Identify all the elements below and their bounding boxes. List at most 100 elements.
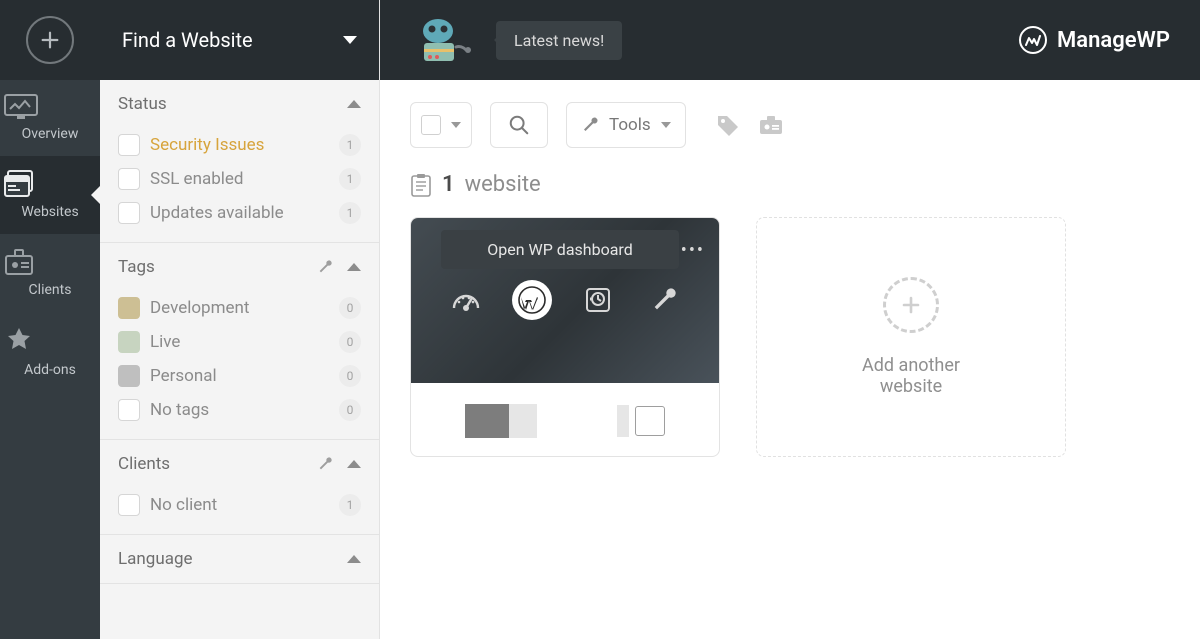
filter-count: 1 (339, 202, 361, 224)
add-card-line2: website (862, 376, 960, 397)
wrench-icon (581, 116, 599, 134)
search-button[interactable] (490, 102, 548, 148)
website-card[interactable]: Open WP dashboard ••• (410, 217, 720, 457)
filter-row-updates[interactable]: Updates available 1 (118, 196, 361, 230)
nav-websites[interactable]: Websites (0, 156, 100, 234)
tools-label: Tools (609, 115, 651, 135)
filter-row-ssl[interactable]: SSL enabled 1 (118, 162, 361, 196)
find-website-dropdown[interactable]: Find a Website (100, 0, 379, 80)
count-number: 1 (442, 172, 455, 197)
add-button[interactable] (0, 0, 100, 80)
chevron-down-icon (343, 36, 357, 44)
checkbox (421, 115, 441, 135)
filter-row-tag-personal[interactable]: Personal 0 (118, 359, 361, 393)
mascot-icon (410, 13, 480, 67)
wordpress-icon[interactable] (512, 280, 552, 320)
filter-count: 1 (339, 134, 361, 156)
panel-status: Status Security Issues 1 SSL enabled 1 U… (100, 80, 379, 243)
filter-label: No client (150, 495, 217, 515)
panel-tags: Tags Development 0 Live 0 Personal 0 (100, 243, 379, 440)
thumb-outline (635, 406, 665, 436)
news-label: Latest news! (514, 31, 604, 50)
filter-label: Personal (150, 366, 217, 386)
filter-row-tag-dev[interactable]: Development 0 (118, 291, 361, 325)
filter-count: 1 (339, 168, 361, 190)
filter-label: No tags (150, 400, 209, 420)
card-footer (411, 383, 719, 457)
nav-label: Clients (29, 282, 72, 298)
filter-count: 0 (339, 297, 361, 319)
card-preview: Open WP dashboard ••• (411, 218, 719, 383)
nav-clients[interactable]: Clients (0, 234, 100, 312)
nav-rail: Overview Websites Clients Add-ons (0, 0, 100, 639)
tag-swatch (118, 331, 140, 353)
wrench-icon[interactable] (317, 456, 333, 472)
tag-swatch (118, 365, 140, 387)
brand-logo-icon (1019, 26, 1047, 54)
collapse-icon (347, 263, 361, 271)
filters-title: Find a Website (122, 28, 253, 52)
toolbar: Tools (380, 80, 1200, 158)
panel-title: Clients (118, 454, 170, 474)
chevron-down-icon (661, 122, 671, 128)
filter-count: 0 (339, 365, 361, 387)
checkbox[interactable] (118, 134, 140, 156)
checkbox[interactable] (118, 399, 140, 421)
tooltip: Open WP dashboard (441, 230, 679, 269)
panel-tags-header[interactable]: Tags (100, 243, 379, 291)
addons-icon (4, 326, 96, 356)
tools-dropdown[interactable]: Tools (566, 102, 686, 148)
backup-icon[interactable] (578, 280, 618, 320)
thumb-block (509, 404, 537, 438)
filter-row-no-client[interactable]: No client 1 (118, 488, 361, 522)
clipboard-icon (410, 173, 432, 197)
website-grid: Open WP dashboard ••• (380, 217, 1200, 457)
panel-clients: Clients No client 1 (100, 440, 379, 535)
nav-overview[interactable]: Overview (0, 80, 100, 156)
clients-icon (4, 248, 96, 276)
filter-row-tag-live[interactable]: Live 0 (118, 325, 361, 359)
checkbox[interactable] (118, 494, 140, 516)
wrench-icon[interactable] (317, 259, 333, 275)
panel-status-header[interactable]: Status (100, 80, 379, 128)
briefcase-icon[interactable] (758, 114, 784, 136)
filter-label: Security Issues (150, 135, 264, 155)
filter-count: 0 (339, 331, 361, 353)
overview-icon (4, 94, 96, 120)
filter-label: Live (150, 332, 180, 352)
main-area: Latest news! ManageWP Tools (380, 0, 1200, 639)
add-website-card[interactable]: Add another website (756, 217, 1066, 457)
panel-language-header[interactable]: Language (100, 535, 379, 583)
checkbox[interactable] (118, 202, 140, 224)
panel-language: Language (100, 535, 379, 584)
wrench-icon[interactable] (644, 280, 684, 320)
nav-label: Overview (22, 126, 79, 142)
topbar: Latest news! ManageWP (380, 0, 1200, 80)
collapse-icon (347, 460, 361, 468)
websites-icon (4, 170, 96, 198)
checkbox[interactable] (118, 168, 140, 190)
select-all-dropdown[interactable] (410, 102, 472, 148)
dashboard-icon[interactable] (446, 280, 486, 320)
panel-clients-header[interactable]: Clients (100, 440, 379, 488)
add-card-line1: Add another (862, 355, 960, 376)
tag-icon[interactable] (716, 114, 740, 136)
latest-news-button[interactable]: Latest news! (496, 21, 622, 60)
panel-title: Language (118, 549, 193, 569)
thumb-block (465, 404, 509, 438)
filter-row-tag-none[interactable]: No tags 0 (118, 393, 361, 427)
collapse-icon (347, 555, 361, 563)
brand-name: ManageWP (1057, 28, 1170, 53)
filter-count: 0 (339, 399, 361, 421)
brand: ManageWP (1019, 26, 1170, 54)
filter-row-security[interactable]: Security Issues 1 (118, 128, 361, 162)
plus-icon (26, 16, 74, 64)
tooltip-text: Open WP dashboard (487, 240, 632, 259)
filter-label: Updates available (150, 203, 284, 223)
filters-sidebar: Find a Website Status Security Issues 1 … (100, 0, 380, 639)
filter-count: 1 (339, 494, 361, 516)
nav-label: Add-ons (24, 362, 76, 378)
collapse-icon (347, 100, 361, 108)
more-icon[interactable]: ••• (681, 240, 705, 261)
nav-addons[interactable]: Add-ons (0, 312, 100, 392)
